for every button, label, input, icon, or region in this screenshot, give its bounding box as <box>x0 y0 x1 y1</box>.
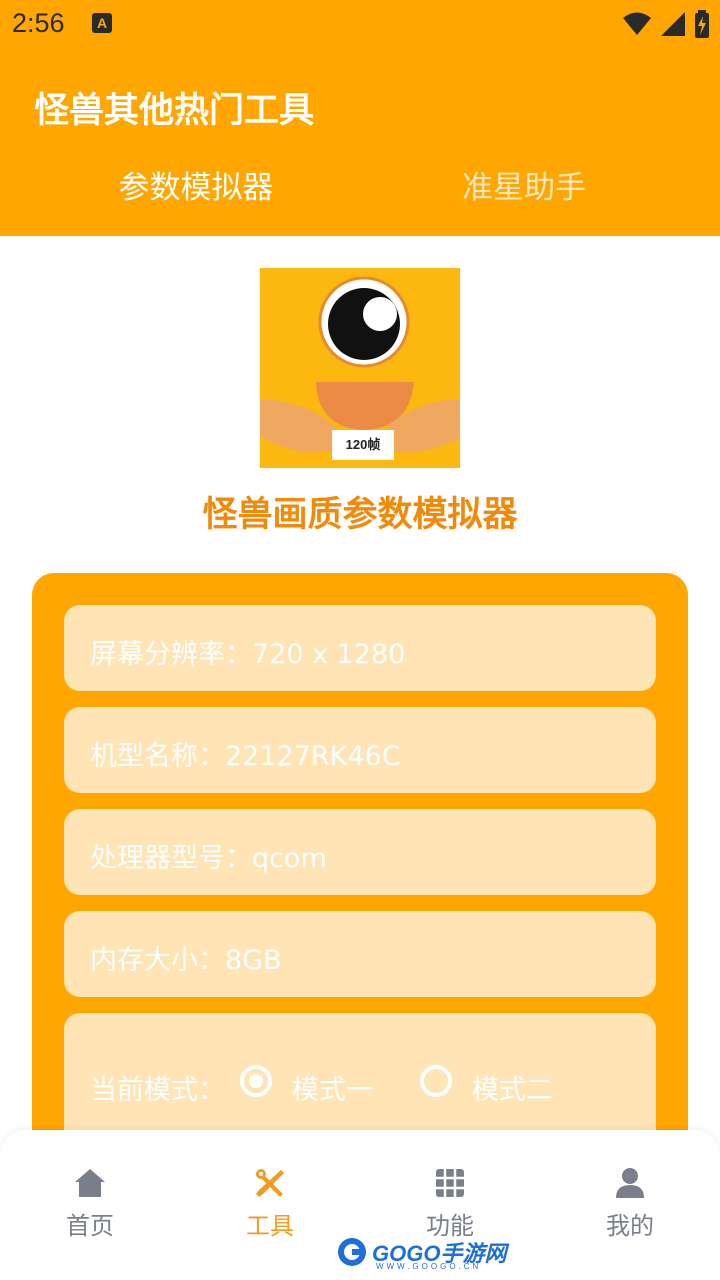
mode-one-radio[interactable] <box>240 1065 272 1097</box>
battery-charging-icon <box>695 10 709 38</box>
model-row: 机型名称：22127RK46C <box>64 707 656 793</box>
memory-text: 内存大小：8GB <box>90 945 282 976</box>
tab-parameter-simulator[interactable]: 参数模拟器 <box>56 162 336 207</box>
processor-row: 处理器型号：qcom <box>64 809 656 895</box>
profile-icon <box>616 1168 644 1198</box>
tools-icon <box>256 1169 284 1197</box>
home-icon <box>75 1169 105 1197</box>
status-bar: 2:56 A <box>0 0 720 52</box>
device-info-card: 屏幕分辨率：720 x 1280 机型名称：22127RK46C 处理器型号：q… <box>32 573 688 1193</box>
mode-one-label[interactable]: 模式一 <box>292 1068 373 1107</box>
nav-tools[interactable]: 工具 <box>210 1166 330 1241</box>
mode-two-label[interactable]: 模式二 <box>472 1068 553 1107</box>
nav-home[interactable]: 首页 <box>30 1166 150 1241</box>
wifi-icon <box>623 12 651 35</box>
status-icons <box>622 10 710 38</box>
gogo-logo-icon <box>338 1238 366 1266</box>
mode-label: 当前模式： <box>90 1075 225 1106</box>
grid-icon <box>436 1169 464 1197</box>
nav-profile[interactable]: 我的 <box>570 1166 690 1241</box>
mode-two-radio[interactable] <box>420 1065 452 1097</box>
model-text: 机型名称：22127RK46C <box>90 741 401 772</box>
resolution-row: 屏幕分辨率：720 x 1280 <box>64 605 656 691</box>
page-title: 怪兽其他热门工具 <box>34 91 315 131</box>
signal-icon <box>661 12 685 36</box>
tab-crosshair-assistant[interactable]: 准星助手 <box>384 162 664 207</box>
nav-home-label: 首页 <box>66 1212 114 1240</box>
nav-features[interactable]: 功能 <box>390 1166 510 1241</box>
notification-icon: A <box>92 13 112 33</box>
resolution-text: 屏幕分辨率：720 x 1280 <box>90 639 406 670</box>
nav-profile-label: 我的 <box>606 1212 654 1240</box>
nav-tools-label: 工具 <box>246 1212 294 1240</box>
processor-text: 处理器型号：qcom <box>90 843 327 874</box>
site-watermark: GOGO手游网 WWW.GOOGO.CN <box>336 1236 506 1271</box>
app-header: 怪兽其他热门工具 参数模拟器 准星助手 <box>0 52 720 236</box>
app-name-title: 怪兽画质参数模拟器 <box>202 495 518 535</box>
app-logo: 120帧 <box>260 268 460 468</box>
fps-badge: 120帧 <box>332 430 394 460</box>
memory-row: 内存大小：8GB <box>64 911 656 997</box>
watermark-subtext: WWW.GOOGO.CN <box>376 1262 482 1271</box>
status-time: 2:56 <box>12 8 65 38</box>
